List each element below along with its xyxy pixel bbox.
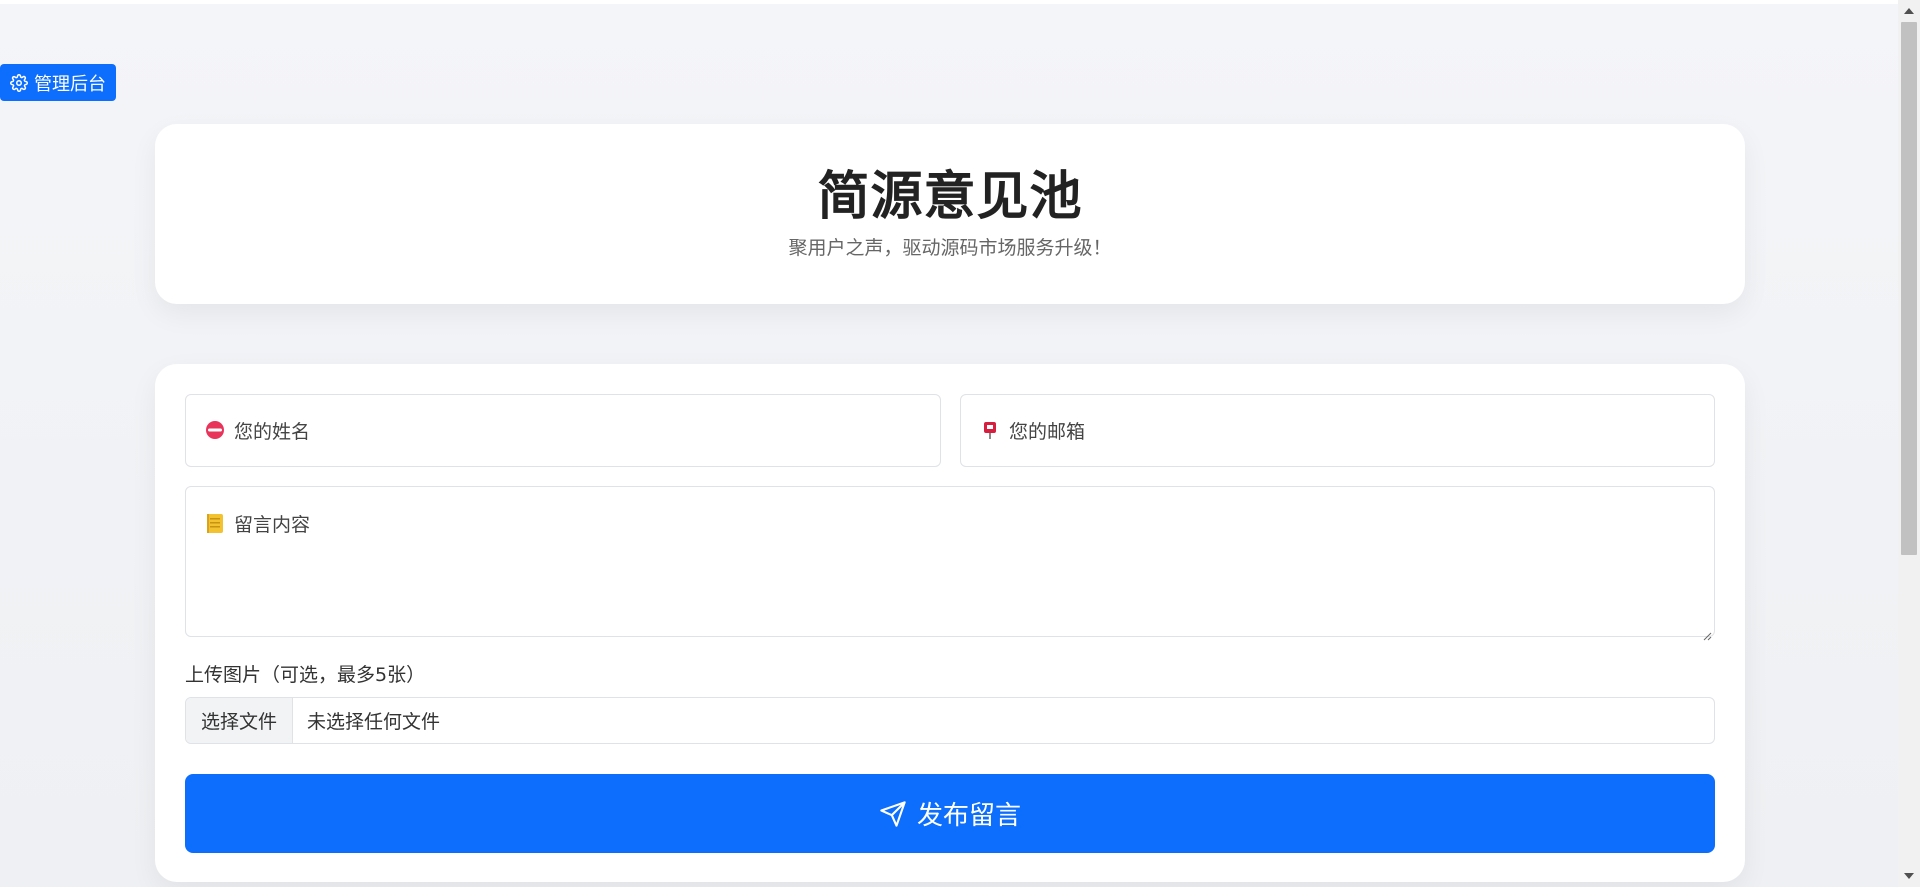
page: 管理后台 简源意见池 聚用户之声，驱动源码市场服务升级！ 您的姓名 您的邮箱 留… [0,0,1920,887]
submit-button-label: 发布留言 [916,801,1021,831]
lips-emoji-icon [204,419,226,441]
name-input[interactable]: 您的姓名 [185,394,941,467]
message-placeholder: 留言内容 [234,513,311,536]
feedback-form: 您的姓名 您的邮箱 留言内容 上传图片（可选，最多5张） 选择文件 未选择任何文… [155,364,1745,882]
admin-button[interactable]: 管理后台 [0,64,116,101]
scroll-up-arrow-icon[interactable] [1904,8,1914,14]
message-textarea[interactable]: 留言内容 [185,486,1715,641]
top-strip [0,0,1898,4]
resize-grip-icon[interactable] [1702,624,1712,641]
upload-label: 上传图片（可选，最多5张） [185,664,426,686]
file-status: 未选择任何文件 [307,711,441,733]
email-input[interactable]: 您的邮箱 [960,394,1715,467]
send-icon [879,800,907,828]
submit-button[interactable]: 发布留言 [185,774,1715,853]
email-placeholder: 您的邮箱 [1009,420,1086,443]
choose-file-button[interactable]: 选择文件 [186,698,294,743]
vertical-scrollbar[interactable] [1898,0,1920,887]
page-title: 简源意见池 [817,167,1083,227]
notebook-emoji-icon [204,512,226,534]
scroll-down-arrow-icon[interactable] [1904,873,1914,879]
scrollbar-thumb[interactable] [1901,22,1917,555]
file-input[interactable]: 选择文件 未选择任何文件 [185,697,1715,744]
gear-icon [10,73,28,92]
name-placeholder: 您的姓名 [234,420,311,443]
header-card: 简源意见池 聚用户之声，驱动源码市场服务升级！ [155,124,1745,304]
mailbox-emoji-icon [979,419,1001,441]
page-subtitle: 聚用户之声，驱动源码市场服务升级！ [788,237,1112,259]
admin-button-label: 管理后台 [34,73,106,95]
